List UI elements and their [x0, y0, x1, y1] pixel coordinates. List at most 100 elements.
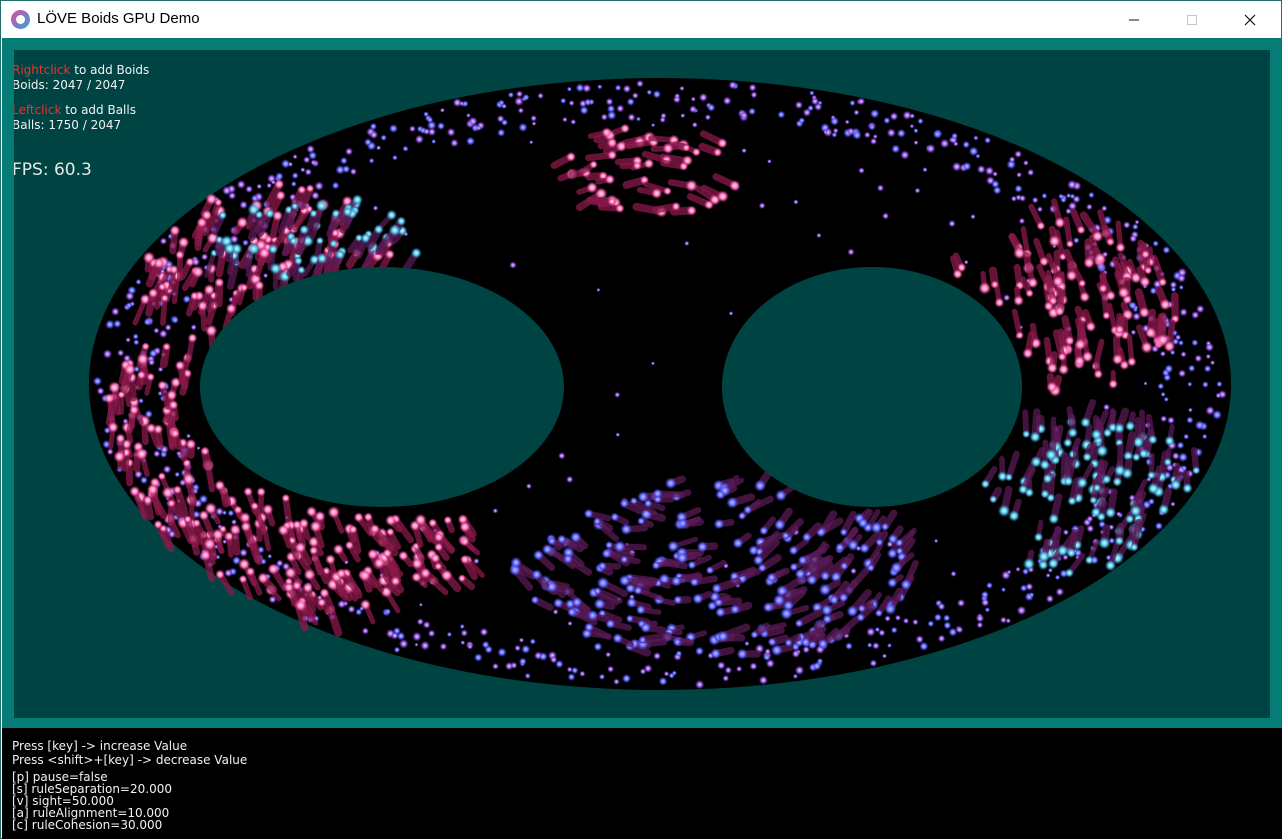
ball [1177, 369, 1187, 378]
boid [605, 541, 614, 550]
boid [1163, 457, 1173, 467]
boid [1037, 550, 1051, 563]
ball [1016, 171, 1022, 178]
boid [294, 599, 308, 612]
boid [223, 242, 236, 255]
ball [1177, 267, 1188, 278]
boid [651, 560, 661, 570]
ball [552, 608, 559, 615]
boid [198, 509, 210, 521]
boid [325, 554, 336, 565]
boid [215, 569, 225, 580]
boid [556, 534, 567, 545]
ball [674, 93, 681, 99]
boid [197, 300, 209, 312]
boid [327, 505, 341, 519]
boids-scene[interactable] [14, 50, 1270, 718]
ball [132, 333, 139, 340]
ball [408, 125, 416, 133]
minimize-button[interactable] [1111, 1, 1157, 38]
ball [239, 200, 249, 210]
boid [292, 580, 302, 591]
boid [172, 485, 182, 495]
boid [1064, 335, 1075, 346]
boid [168, 399, 179, 410]
boid [620, 555, 629, 564]
ball [529, 638, 536, 645]
ball [1157, 382, 1165, 390]
ball [524, 672, 531, 680]
ball [1203, 364, 1212, 373]
ball [439, 642, 448, 651]
boid [218, 210, 227, 220]
boid [433, 532, 444, 543]
help-decrease: Press <shift>+[key] -> decrease Value [12, 753, 248, 767]
ball [153, 327, 160, 334]
boid [297, 185, 307, 195]
boid [1113, 422, 1125, 434]
title-bar[interactable]: LÖVE Boids GPU Demo [1, 1, 1281, 38]
boid [290, 202, 299, 211]
ball [975, 613, 985, 623]
boid [107, 421, 119, 434]
ball [337, 599, 347, 609]
boid [670, 575, 683, 587]
boid [652, 488, 663, 499]
boid [980, 479, 991, 489]
ball [221, 510, 228, 516]
ball [497, 647, 507, 658]
ball [331, 181, 340, 190]
ball [853, 109, 860, 116]
ball [468, 116, 478, 127]
boid [997, 504, 1011, 518]
ball [198, 494, 209, 504]
ball [894, 614, 902, 621]
ball [1060, 196, 1067, 204]
ball [927, 620, 935, 628]
boid [174, 360, 186, 371]
ball [125, 291, 135, 301]
boid [443, 515, 453, 525]
ball [1169, 280, 1178, 289]
ball [111, 307, 120, 316]
boid [414, 513, 427, 526]
boid [187, 333, 198, 343]
ball [1205, 353, 1212, 360]
boid [1004, 473, 1014, 482]
boid [1096, 511, 1107, 522]
close-button[interactable] [1227, 1, 1273, 38]
ball [607, 665, 615, 673]
ball [492, 662, 499, 670]
ball [741, 147, 747, 154]
boid [651, 187, 663, 200]
boid [1159, 298, 1172, 311]
boid [682, 143, 691, 152]
ball [962, 161, 972, 171]
boid [1146, 470, 1156, 480]
boid [229, 523, 242, 536]
ball [1005, 618, 1012, 624]
game-canvas[interactable]: Rightclick to add Boids Boids: 2047 / 20… [14, 50, 1270, 718]
ball [159, 237, 168, 245]
boid [596, 576, 610, 590]
boid [586, 181, 599, 194]
boid [772, 593, 786, 607]
ball [416, 618, 424, 626]
ball [525, 483, 532, 490]
boid [1105, 290, 1117, 302]
ball [462, 100, 469, 107]
ball [912, 618, 919, 626]
ball [1008, 156, 1016, 163]
ball [1086, 524, 1095, 533]
ball [1016, 605, 1027, 616]
ball [560, 97, 567, 104]
boid [583, 508, 594, 519]
ball [459, 623, 465, 630]
maximize-button[interactable] [1169, 1, 1215, 38]
boid [353, 512, 364, 523]
ball [1152, 240, 1159, 247]
ball [663, 670, 670, 677]
ball [256, 183, 263, 190]
ball [925, 143, 936, 154]
boid [1169, 479, 1182, 491]
